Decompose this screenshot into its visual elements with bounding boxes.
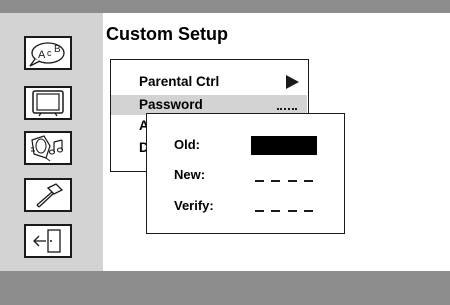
- svg-text:c: c: [47, 48, 52, 58]
- exit-button[interactable]: [24, 224, 72, 258]
- audio-button[interactable]: [24, 131, 72, 165]
- menu-item-parental-ctrl[interactable]: Parental Ctrl: [111, 72, 307, 92]
- menu-item-password[interactable]: Password: [111, 95, 307, 115]
- language-button[interactable]: A c B: [24, 36, 72, 70]
- exit-door-icon: [33, 229, 61, 253]
- language-abc-icon: A c B: [29, 42, 65, 67]
- setup-tools-button[interactable]: [24, 178, 72, 212]
- setup-screen: A c B Custom Setup Parental Ctrl Passwor…: [0, 0, 450, 305]
- digit-slot: [255, 210, 264, 212]
- audio-speaker-music-icon: [31, 135, 64, 162]
- svg-text:A: A: [38, 49, 46, 61]
- new-password-label: New:: [174, 167, 206, 182]
- page-title: Custom Setup: [106, 24, 229, 44]
- digit-slot: [303, 210, 313, 212]
- verify-password-field[interactable]: [255, 210, 313, 213]
- top-bar: [0, 0, 450, 13]
- submenu-arrow-icon: [286, 75, 299, 89]
- digit-slot: [287, 180, 297, 182]
- password-dialog: Old: New: Verify:: [146, 113, 345, 234]
- digit-slot: [287, 210, 297, 212]
- digit-slot: [271, 210, 281, 212]
- menu-item-label: Parental Ctrl: [139, 74, 220, 89]
- digit-slot: [255, 180, 264, 182]
- digit-slot: [303, 180, 313, 182]
- old-password-label: Old:: [174, 137, 200, 152]
- display-button[interactable]: [24, 86, 72, 120]
- tv-screen-icon: [32, 90, 64, 117]
- menu-item-label: Password: [139, 97, 203, 112]
- bottom-bar: [0, 271, 450, 305]
- digit-slot: [271, 180, 281, 182]
- svg-text:B: B: [54, 44, 61, 55]
- ellipsis-dots-icon: [277, 108, 297, 111]
- old-password-field[interactable]: [251, 136, 317, 155]
- verify-password-label: Verify:: [174, 198, 214, 213]
- hammer-tool-icon: [36, 183, 64, 208]
- new-password-field[interactable]: [255, 180, 313, 183]
